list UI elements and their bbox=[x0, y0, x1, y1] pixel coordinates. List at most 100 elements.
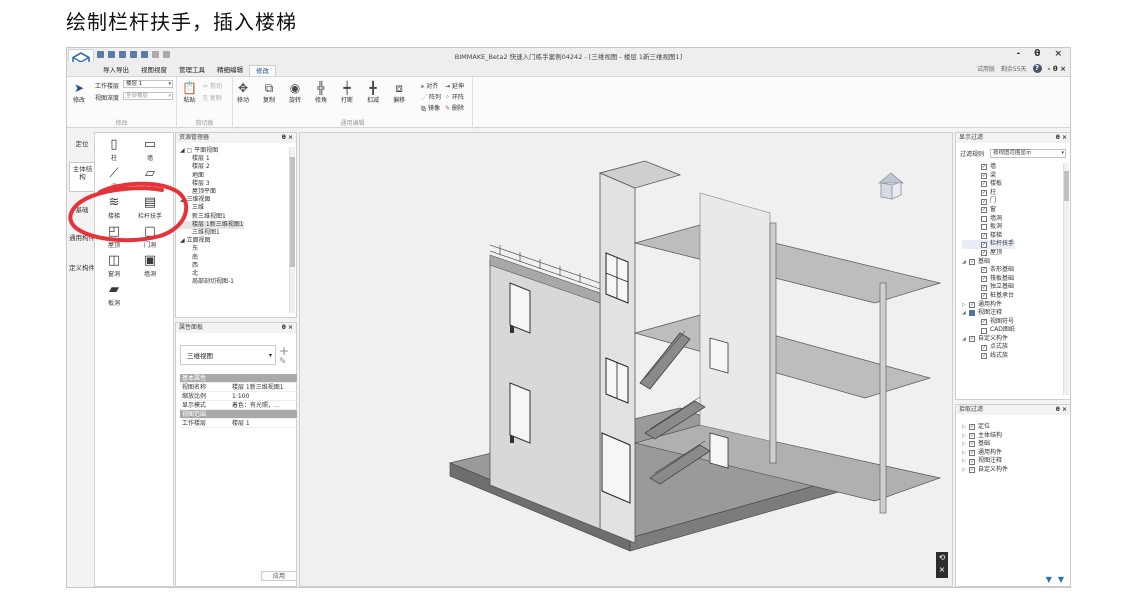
filter-item[interactable]: 独立基础 bbox=[962, 283, 1015, 292]
tool-slab[interactable]: ▱ 楼板 bbox=[133, 166, 167, 191]
filter-item[interactable]: 线式族 bbox=[962, 352, 1015, 361]
checkbox[interactable] bbox=[969, 336, 975, 343]
tab-modify[interactable]: 修改 bbox=[249, 65, 276, 76]
expand-toggle-icon[interactable]: ▷ bbox=[962, 466, 969, 475]
rotate-button[interactable]: ◉ 旋转 bbox=[289, 81, 301, 104]
checkbox[interactable] bbox=[981, 293, 987, 300]
close-nav-icon[interactable]: × bbox=[936, 564, 948, 576]
panel-pin-close-icon[interactable]: θ × bbox=[1056, 133, 1067, 143]
expand-toggle-icon[interactable]: ▷ bbox=[962, 457, 969, 466]
filter-item[interactable]: 板洞 bbox=[962, 223, 1015, 232]
tree-item[interactable]: 楼层 1 bbox=[180, 155, 244, 163]
panel-pin-close-icon[interactable]: θ × bbox=[1056, 405, 1067, 415]
expand-toggle-icon[interactable]: ▷ bbox=[962, 432, 969, 441]
scroll-thumb[interactable] bbox=[290, 157, 295, 267]
extend-button[interactable]: ⇥ 延伸 bbox=[445, 81, 464, 90]
tree-item[interactable]: 地面 bbox=[180, 172, 244, 180]
panel-pin-close-icon[interactable]: θ × bbox=[282, 323, 293, 333]
filter-item[interactable]: 窗 bbox=[962, 206, 1015, 215]
tool-wall[interactable]: ▭ 墙 bbox=[133, 137, 167, 162]
expand-toggle-icon[interactable]: ◢ bbox=[962, 309, 969, 318]
orbit-icon[interactable]: ⟲ bbox=[936, 552, 948, 564]
tool-window-opening[interactable]: ◫ 窗洞 bbox=[97, 253, 131, 278]
pick-filter-item[interactable]: ▷ 定位 bbox=[962, 423, 1008, 432]
pick-filter-item[interactable]: ▷ 视图注释 bbox=[962, 457, 1008, 466]
offset-button[interactable]: ⧈ 偏移 bbox=[393, 81, 405, 104]
tab-main-structure[interactable]: 主体结构 bbox=[69, 162, 95, 192]
tool-door-opening[interactable]: ▢ 门洞 bbox=[133, 224, 167, 249]
checkbox[interactable] bbox=[969, 441, 975, 448]
filter-item[interactable]: 栏杆扶手 bbox=[962, 240, 1015, 249]
tree-item[interactable]: 新三维视图1 bbox=[180, 213, 244, 221]
work-floor-select[interactable]: 楼层 1 ▾ bbox=[123, 80, 173, 88]
checkbox[interactable] bbox=[969, 458, 975, 465]
filter-item[interactable]: CAD图纸 bbox=[962, 326, 1015, 335]
close-button[interactable]: × bbox=[1054, 49, 1062, 59]
edit-type-icon[interactable]: ✎ bbox=[279, 357, 287, 367]
property-row[interactable]: 显示模式 着色：有光照，... bbox=[180, 401, 297, 410]
checkbox[interactable] bbox=[981, 207, 987, 214]
filter-item[interactable]: ▷ 通用构件 bbox=[962, 301, 1015, 310]
filter-item[interactable]: ◢ 视图注释 bbox=[962, 309, 1015, 318]
checkbox[interactable] bbox=[981, 318, 987, 325]
tool-stair[interactable]: ≋ 楼梯 bbox=[97, 195, 131, 220]
tree-item[interactable]: 东 bbox=[180, 245, 244, 253]
checkbox[interactable] bbox=[981, 353, 987, 360]
filter-item[interactable]: 楼板 bbox=[962, 180, 1015, 189]
tree-item[interactable]: 楼层 3 bbox=[180, 180, 244, 188]
modify-select-button[interactable]: ➤ 修改 bbox=[73, 81, 85, 104]
checkbox[interactable] bbox=[981, 276, 987, 283]
tool-column[interactable]: ▯ 柱 bbox=[97, 137, 131, 162]
tree-item[interactable]: 楼层 2 bbox=[180, 163, 244, 171]
checkbox[interactable] bbox=[969, 432, 975, 439]
display-filter-scrollbar[interactable] bbox=[1063, 163, 1069, 395]
checkbox[interactable] bbox=[981, 224, 987, 231]
tree-item[interactable]: 楼层 1新三维视图1 bbox=[180, 220, 244, 230]
move-button[interactable]: ✥ 移动 bbox=[237, 81, 249, 104]
property-row[interactable]: 视图名称 楼层 1新三维视图1 bbox=[180, 383, 297, 392]
expand-toggle-icon[interactable]: ▷ bbox=[962, 301, 969, 310]
checkbox[interactable] bbox=[981, 327, 987, 334]
checkbox[interactable] bbox=[969, 258, 975, 265]
filter-item[interactable]: ◢ 基础 bbox=[962, 258, 1015, 267]
tool-roof[interactable]: ◰ 屋顶 bbox=[97, 224, 131, 249]
checkbox[interactable] bbox=[981, 172, 987, 179]
filter-item[interactable]: 桩基承台 bbox=[962, 292, 1015, 301]
pick-filter-item[interactable]: ▷ 主体结构 bbox=[962, 432, 1008, 441]
expand-toggle-icon[interactable]: ◢ bbox=[962, 258, 969, 267]
restore-button[interactable]: θ bbox=[1034, 49, 1040, 59]
checkbox[interactable] bbox=[969, 450, 975, 457]
filter-funnel-alt-icon[interactable]: ▼ bbox=[1058, 575, 1064, 584]
tree-item[interactable]: 南 bbox=[180, 254, 244, 262]
tab-custom-components[interactable]: 定义构件 bbox=[69, 262, 95, 286]
tool-beam[interactable]: ⟋ 梁 bbox=[97, 166, 131, 191]
panel-pin-close-icon[interactable]: θ × bbox=[282, 133, 293, 143]
tool-slab-opening[interactable]: ▰ 板洞 bbox=[97, 282, 131, 307]
tab-foundation[interactable]: 基础 bbox=[69, 204, 95, 216]
tree-item[interactable]: 三维视图1 bbox=[180, 229, 244, 237]
filter-item[interactable]: 屋顶 bbox=[962, 249, 1015, 258]
checkbox[interactable] bbox=[969, 310, 975, 317]
view-cube[interactable] bbox=[876, 171, 906, 203]
checkbox[interactable] bbox=[969, 467, 975, 474]
paste-button[interactable]: 📋 粘贴 bbox=[182, 81, 197, 104]
break-button[interactable]: ┿ 打断 bbox=[341, 81, 353, 104]
filter-funnel-icon[interactable]: ▼ bbox=[1046, 575, 1052, 584]
checkbox[interactable] bbox=[981, 344, 987, 351]
filter-item[interactable]: 门 bbox=[962, 197, 1015, 206]
expand-toggle-icon[interactable]: ▷ bbox=[962, 449, 969, 458]
ring-array-button[interactable]: ⁘ 环阵 bbox=[445, 92, 464, 101]
view-type-select[interactable]: 三维视图 ▾ bbox=[180, 345, 276, 365]
resource-scrollbar[interactable] bbox=[289, 147, 295, 313]
array-button[interactable]: ⋰ 阵列 bbox=[421, 92, 441, 101]
3d-viewport[interactable]: ⟲ × bbox=[299, 132, 953, 587]
secondary-window-controls[interactable]: - θ × bbox=[1048, 65, 1066, 73]
tree-item[interactable]: ◢ 三维视图 bbox=[180, 196, 244, 204]
filter-item[interactable]: 墙 bbox=[962, 163, 1015, 172]
checkbox[interactable] bbox=[981, 190, 987, 197]
checkbox[interactable] bbox=[981, 284, 987, 291]
checkbox[interactable] bbox=[981, 164, 987, 171]
cut-button[interactable]: ✂ 剪切 bbox=[203, 81, 222, 90]
tool-wall-opening[interactable]: ▣ 墙洞 bbox=[133, 253, 167, 278]
checkbox[interactable] bbox=[981, 215, 987, 222]
